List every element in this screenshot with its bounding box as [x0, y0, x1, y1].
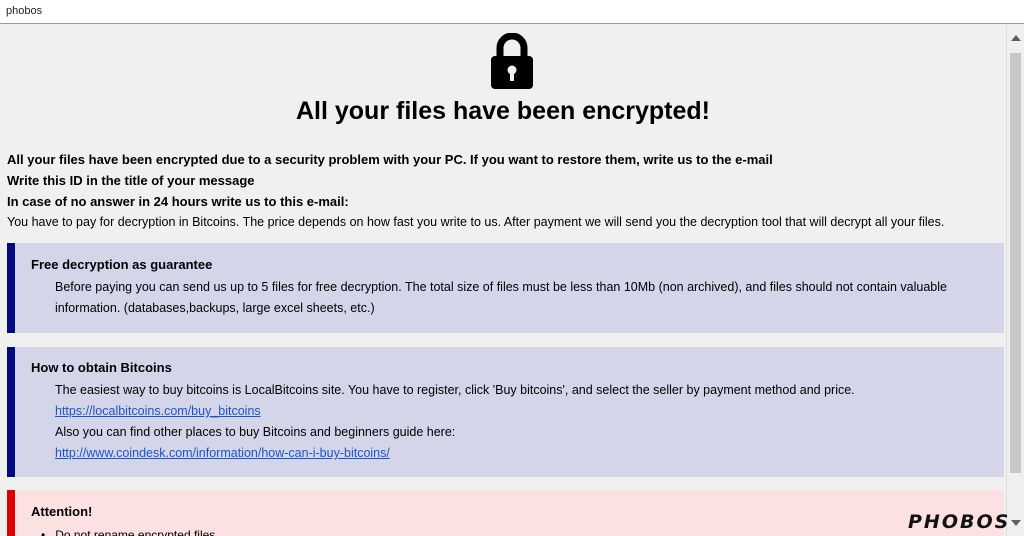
free-decryption-title: Free decryption as guarantee [31, 257, 213, 272]
attention-bullet: • Do not rename encrypted files. [41, 528, 219, 536]
attention-box: Attention! • Do not rename encrypted fil… [7, 490, 1004, 536]
coindesk-link[interactable]: http://www.coindesk.com/information/how-… [55, 446, 390, 460]
bitcoins-title: How to obtain Bitcoins [31, 360, 172, 375]
free-decryption-box: Free decryption as guarantee Before payi… [7, 243, 1004, 333]
scroll-up-arrow-icon[interactable] [1011, 35, 1021, 41]
intro-line-no-answer: In case of no answer in 24 hours write u… [7, 194, 349, 209]
phobos-logo: PHOBOS [908, 511, 1011, 533]
attention-title: Attention! [31, 504, 93, 519]
bitcoins-text-guide: Also you can find other places to buy Bi… [55, 425, 456, 439]
intro-line-email: All your files have been encrypted due t… [7, 152, 773, 167]
padlock-icon [491, 33, 533, 89]
vertical-scrollbar[interactable] [1006, 25, 1024, 536]
window-titlebar: phobos [0, 0, 1024, 24]
attention-bullet-text: Do not rename encrypted files. [55, 528, 219, 536]
scrollbar-thumb[interactable] [1010, 53, 1021, 473]
bitcoins-info: The easiest way to buy bitcoins is Local… [55, 380, 994, 464]
page-title: All your files have been encrypted! [295, 97, 710, 125]
window-title: phobos [6, 5, 43, 17]
free-decryption-text: Before paying you can send us up to 5 fi… [55, 280, 947, 315]
localbitcoins-link[interactable]: https://localbitcoins.com/buy_bitcoins [55, 404, 261, 418]
scroll-down-arrow-icon[interactable] [1011, 520, 1021, 526]
bitcoins-text-localbitcoins: The easiest way to buy bitcoins is Local… [55, 383, 855, 397]
intro-line-id: Write this ID in the title of your messa… [7, 173, 255, 188]
note-content: All your files have been encrypted! All … [0, 25, 1006, 536]
bitcoins-box: How to obtain Bitcoins The easiest way t… [7, 347, 1004, 477]
intro-line-payment: You have to pay for decryption in Bitcoi… [7, 215, 945, 229]
